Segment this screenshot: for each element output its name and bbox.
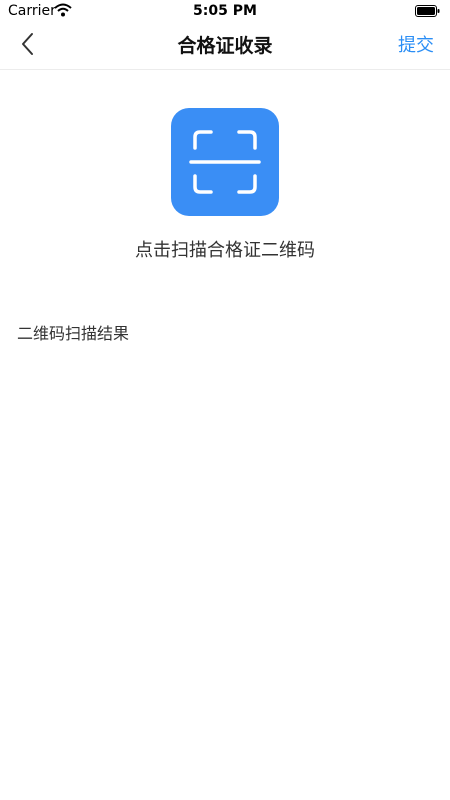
scan-qr-button[interactable]: [171, 108, 279, 216]
scan-result-value: [0, 350, 450, 800]
scan-result-label: 二维码扫描结果: [17, 324, 130, 343]
submit-button[interactable]: 提交: [398, 22, 434, 70]
scan-instruction[interactable]: 点击扫描合格证二维码: [0, 236, 450, 262]
status-bar: Carrier 5:05 PM: [0, 0, 450, 22]
navigation-bar: 合格证收录 提交: [0, 22, 450, 70]
screen: Carrier 5:05 PM 合格证收录 提交 点击扫描合格证二维码 二维码扫…: [0, 0, 450, 800]
page-title: 合格证收录: [177, 35, 273, 57]
status-time: 5:05 PM: [193, 3, 257, 19]
battery-icon: [415, 5, 440, 17]
